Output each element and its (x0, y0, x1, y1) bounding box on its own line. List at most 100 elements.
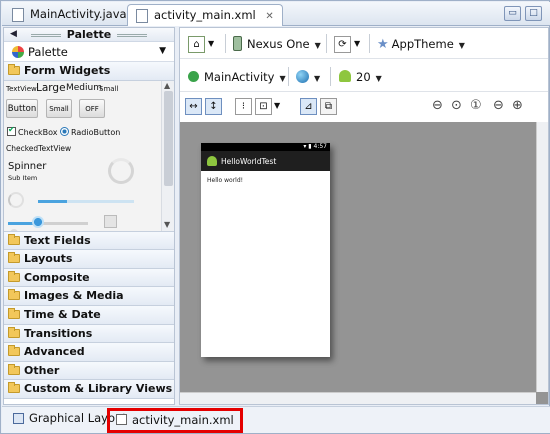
progress-small-icon[interactable] (8, 191, 24, 208)
toolbar-divider (180, 91, 548, 92)
category-transitions[interactable]: Transitions (4, 324, 174, 344)
orientation-icon[interactable]: ⟳ (334, 36, 351, 53)
category-custom-library-views[interactable]: Custom & Library Views (4, 380, 174, 399)
palette-scrollbar[interactable]: ▲ ▼ (161, 80, 174, 231)
tab-xml-source[interactable]: activity_main.xml (107, 408, 243, 433)
radio-icon (60, 126, 69, 136)
widget-medium-text[interactable]: Medium (66, 83, 102, 93)
quick-contact-badge-icon[interactable] (104, 214, 117, 228)
status-time: 4:57 (313, 143, 327, 150)
tab-label: activity_main.xml (132, 413, 234, 427)
widget-small-button[interactable]: Small (46, 98, 72, 118)
maximize-button[interactable]: □ (525, 6, 542, 21)
activity-selector[interactable]: MainActivity ▼ (188, 67, 286, 87)
resize-icon[interactable]: ⊡ (255, 98, 272, 115)
category-text-fields[interactable]: Text Fields (4, 231, 174, 251)
widget-large-text[interactable]: Large (36, 82, 66, 94)
dropdown-arrow-icon[interactable]: ▼ (354, 34, 360, 54)
zoom-to-fit-icon[interactable]: ⊖ (432, 98, 443, 113)
activity-icon (188, 71, 199, 82)
widget-checked-textview[interactable]: CheckedTextView (6, 144, 71, 153)
progress-horizontal[interactable] (38, 199, 134, 203)
dropdown-arrow-icon[interactable]: ▼ (208, 34, 214, 54)
widget-textview[interactable]: TextView (6, 85, 37, 93)
folder-icon (8, 382, 20, 394)
editor-window: MainActivity.java activity_main.xml ✕ ▭ … (0, 0, 550, 434)
collapse-arrow-icon[interactable]: ◀ (10, 28, 17, 41)
category-other[interactable]: Other (4, 361, 174, 381)
close-tab-icon[interactable]: ✕ (265, 11, 273, 22)
graphical-layout-icon (13, 413, 24, 424)
widget-small-text[interactable]: Small (99, 85, 118, 93)
widget-checkbox[interactable]: CheckBox (7, 125, 57, 137)
xml-file-icon (136, 9, 148, 23)
toolbar-divider (180, 58, 548, 59)
category-composite[interactable]: Composite (4, 268, 174, 288)
grip-icon (117, 33, 148, 37)
api-level-selector[interactable]: 20 ▼ (339, 67, 382, 87)
zoom-100-icon[interactable]: ① (470, 98, 482, 113)
locale-selector[interactable]: ▼ (296, 67, 320, 87)
file-config-icon[interactable]: ⌂ (188, 36, 205, 53)
export-screenshot-icon[interactable]: ⧉ (320, 98, 337, 115)
toggle-fill-width-icon[interactable]: ↔ (185, 98, 202, 115)
device-selector[interactable]: Nexus One ▼ (233, 34, 321, 54)
zoom-in-icon[interactable]: ⊕ (512, 98, 523, 113)
folder-icon (8, 289, 20, 301)
zoom-real-size-icon[interactable]: ⊙ (451, 98, 462, 113)
scroll-down-icon[interactable]: ▼ (164, 220, 170, 229)
palette-selector[interactable]: Palette ▼ (4, 42, 174, 62)
category-label: Images & Media (24, 289, 124, 303)
tab-mainactivity-java[interactable]: MainActivity.java (4, 4, 135, 26)
folder-icon (8, 233, 20, 245)
editor-tab-bar: MainActivity.java activity_main.xml ✕ ▭ … (2, 2, 550, 26)
category-advanced[interactable]: Advanced (4, 343, 174, 362)
toggle-fill-height-icon[interactable]: ↕ (205, 98, 222, 115)
star-icon: ★ (377, 37, 389, 52)
device-action-bar[interactable]: HelloWorldTest (201, 151, 330, 171)
scroll-up-icon[interactable]: ▲ (164, 81, 170, 90)
progress-large-icon[interactable] (108, 157, 134, 184)
widget-spinner[interactable]: Spinner (8, 161, 46, 172)
folder-icon (8, 270, 20, 282)
category-label: Time & Date (24, 307, 101, 321)
zoom-out-icon[interactable]: ⊖ (493, 98, 504, 113)
seekbar-thumb-icon[interactable] (32, 215, 44, 228)
device-label: Nexus One (247, 37, 310, 51)
folder-icon (8, 363, 20, 375)
distribute-weights-icon[interactable]: ⁝ (235, 98, 252, 115)
app-title: HelloWorldTest (221, 157, 277, 166)
category-form-widgets[interactable]: Form Widgets (4, 62, 174, 81)
category-images-media[interactable]: Images & Media (4, 287, 174, 306)
folder-icon (8, 64, 20, 75)
category-time-date[interactable]: Time & Date (4, 305, 174, 325)
dropdown-arrow-icon: ▼ (458, 41, 465, 50)
folder-icon (8, 326, 20, 338)
widget-button[interactable]: Button (6, 98, 38, 118)
separator (369, 34, 370, 53)
folder-icon (8, 345, 20, 357)
widget-radiobutton[interactable]: RadioButton (60, 126, 121, 137)
canvas-horizontal-scrollbar[interactable] (180, 392, 536, 404)
category-layouts[interactable]: Layouts (4, 250, 174, 269)
scrollbar-thumb[interactable] (164, 90, 173, 186)
dropdown-arrow-icon: ▼ (314, 74, 321, 83)
seekbar[interactable] (8, 221, 88, 225)
category-label: Custom & Library Views (24, 382, 173, 396)
activity-toolbar: MainActivity ▼ ▼ 20 ▼ (180, 61, 548, 91)
dropdown-arrow-icon[interactable]: ▼ (274, 101, 280, 110)
widget-toggle-button[interactable]: OFF (79, 98, 105, 118)
radio-label: RadioButton (71, 127, 121, 137)
hello-textview[interactable]: Hello world! (201, 171, 330, 190)
show-layout-bounds-icon[interactable]: ⊿ (300, 98, 317, 115)
canvas-vertical-scrollbar[interactable] (536, 122, 548, 392)
device-preview[interactable]: ▾ ▮ 4:57 HelloWorldTest Hello world! (201, 143, 330, 357)
theme-selector[interactable]: ★ AppTheme ▼ (377, 34, 465, 54)
tab-activity-main-xml[interactable]: activity_main.xml ✕ (127, 4, 283, 26)
minimize-button[interactable]: ▭ (504, 6, 521, 21)
category-label: Advanced (24, 345, 85, 359)
graphical-layout-editor: ⌂ ▼ Nexus One ▼ ⟳ ▼ ★ AppTheme ▼ MainActivi… (179, 27, 549, 405)
api-level-label: 20 (356, 70, 371, 84)
category-label: Transitions (24, 326, 93, 340)
layout-canvas[interactable]: ▾ ▮ 4:57 HelloWorldTest Hello world! (180, 122, 548, 404)
